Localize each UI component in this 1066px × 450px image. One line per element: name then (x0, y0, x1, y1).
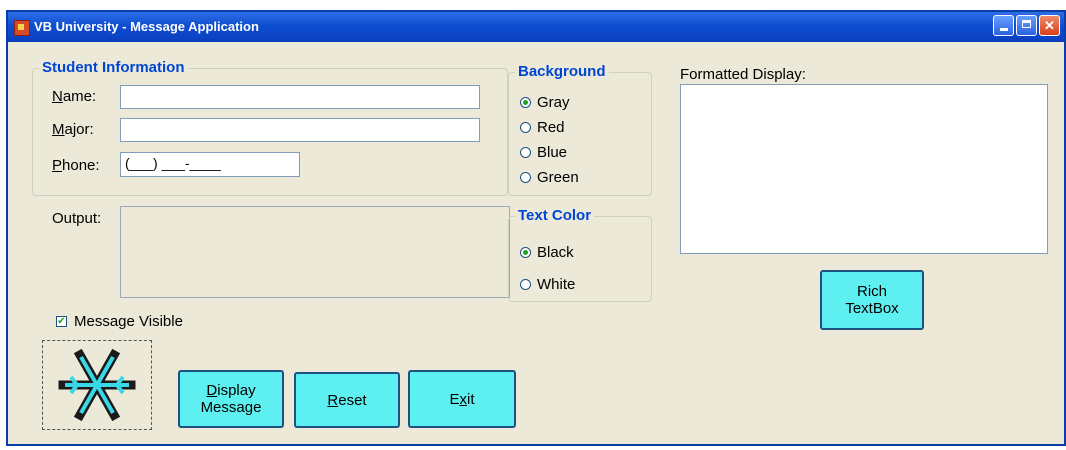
radio-black[interactable]: Black (520, 244, 574, 261)
output-box (120, 206, 510, 298)
display-message-line1: Display (206, 382, 256, 399)
display-message-button[interactable]: Display Message (178, 370, 284, 428)
message-visible-checkbox[interactable]: ✔ (56, 316, 67, 327)
major-label: Major: (52, 121, 94, 138)
minimize-button[interactable] (993, 15, 1014, 36)
window-title: VB University - Message Application (34, 19, 259, 34)
rich-textbox-button[interactable]: Rich TextBox (820, 270, 924, 330)
reset-label: Reset (327, 391, 367, 409)
name-field[interactable] (120, 85, 480, 109)
radio-gray[interactable]: Gray (520, 94, 570, 111)
message-visible-label[interactable]: Message Visible (74, 313, 183, 330)
title-bar[interactable]: VB University - Message Application ✕ (8, 12, 1064, 42)
reset-button[interactable]: Reset (294, 372, 400, 428)
radio-white[interactable]: White (520, 276, 575, 293)
major-field[interactable] (120, 118, 480, 142)
background-title: Background (515, 63, 609, 80)
radio-blue[interactable]: Blue (520, 144, 567, 161)
formatted-display-label: Formatted Display: (680, 66, 806, 83)
name-label: Name: (52, 88, 97, 105)
text-color-title: Text Color (515, 207, 595, 224)
app-icon (14, 20, 30, 36)
exit-button[interactable]: Exit (408, 370, 516, 428)
snowflake-icon (58, 348, 136, 422)
output-label: Output: (52, 210, 102, 227)
rich-line2: TextBox (845, 300, 899, 317)
phone-label: Phone: (52, 157, 100, 174)
exit-label: Exit (449, 390, 475, 408)
display-message-line2: Message (200, 399, 262, 416)
rich-line1: Rich (856, 283, 887, 300)
radio-red[interactable]: Red (520, 119, 565, 136)
picture-box (42, 340, 152, 430)
radio-green[interactable]: Green (520, 169, 579, 186)
maximize-button[interactable] (1016, 15, 1037, 36)
rich-textbox[interactable] (680, 84, 1048, 254)
student-info-title: Student Information (39, 59, 188, 76)
close-button[interactable]: ✕ (1039, 15, 1060, 36)
phone-field[interactable]: (___) ___-____ (120, 152, 300, 177)
main-window: VB University - Message Application ✕ St… (6, 10, 1066, 446)
